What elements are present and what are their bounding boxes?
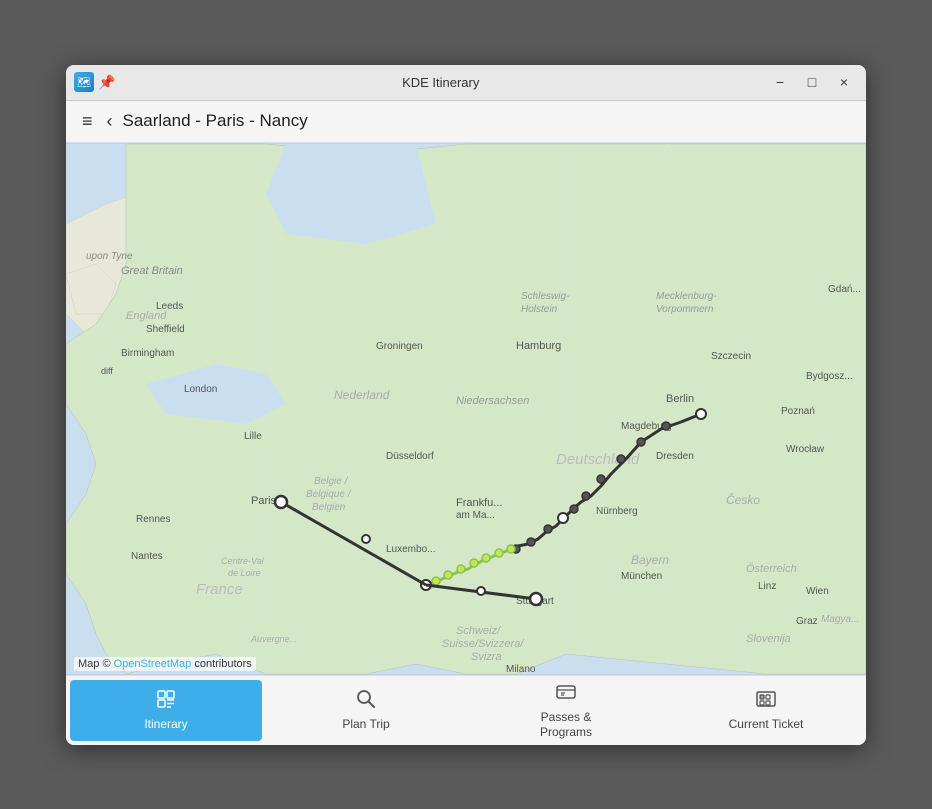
svg-text:de Loire: de Loire — [228, 568, 261, 578]
svg-text:Great Britain: Great Britain — [121, 265, 183, 277]
itinerary-icon — [155, 688, 177, 714]
svg-text:Holstein: Holstein — [521, 304, 558, 315]
svg-text:Slovenija: Slovenija — [746, 633, 791, 645]
svg-text:Suisse/Svizzera/: Suisse/Svizzera/ — [442, 638, 524, 650]
svg-text:am Ma...: am Ma... — [456, 510, 495, 521]
pin-icon[interactable]: 📌 — [98, 74, 115, 91]
svg-text:London: London — [184, 384, 217, 395]
passes-icon — [555, 681, 577, 707]
svg-text:Belgien: Belgien — [312, 502, 346, 513]
svg-text:Vorpommern: Vorpommern — [656, 304, 714, 315]
attribution-suffix: contributors — [191, 658, 252, 670]
svg-text:Rennes: Rennes — [136, 514, 170, 525]
window-title: KDE Itinerary — [115, 75, 766, 90]
svg-text:Mecklenburg-: Mecklenburg- — [656, 291, 717, 302]
attribution-prefix: Map © — [78, 658, 114, 670]
svg-text:diff: diff — [101, 366, 113, 376]
svg-text:Wrocław: Wrocław — [786, 444, 825, 455]
svg-text:Schweiz/: Schweiz/ — [456, 625, 501, 637]
svg-text:Milano: Milano — [506, 664, 536, 675]
svg-text:Berlin: Berlin — [666, 393, 694, 405]
map-svg: Great Britain upon Tyne England Leeds Sh… — [66, 143, 866, 675]
svg-text:Česko: Česko — [726, 492, 760, 507]
map-container[interactable]: Great Britain upon Tyne England Leeds Sh… — [66, 143, 866, 675]
svg-text:Österreich: Österreich — [746, 563, 797, 575]
app-window: 🗺 📌 KDE Itinerary − □ × ≡ ‹ Saarland - P… — [66, 65, 866, 745]
plan-trip-label: Plan Trip — [342, 717, 389, 731]
minimize-button[interactable]: − — [766, 70, 794, 94]
close-button[interactable]: × — [830, 70, 858, 94]
passes-programs-label: Passes &Programs — [540, 710, 592, 739]
svg-text:Schleswig-: Schleswig- — [521, 291, 570, 302]
bottom-nav: Itinerary Plan Trip Passes — [66, 675, 866, 745]
app-icon: 🗺 — [74, 72, 94, 92]
svg-text:Poznań: Poznań — [781, 406, 815, 417]
nav-item-passes-programs[interactable]: Passes &Programs — [470, 680, 662, 741]
svg-text:Nürnberg: Nürnberg — [596, 506, 638, 517]
itinerary-label: Itinerary — [144, 717, 187, 731]
svg-text:München: München — [621, 571, 662, 582]
back-button[interactable]: ‹ — [101, 107, 119, 136]
svg-text:Auvergne...: Auvergne... — [250, 634, 297, 644]
svg-text:Luxembo...: Luxembo... — [386, 544, 435, 555]
openstreetmap-link[interactable]: OpenStreetMap — [114, 658, 192, 670]
svg-text:Nantes: Nantes — [131, 551, 163, 562]
svg-text:Szczecin: Szczecin — [711, 351, 751, 362]
nav-item-plan-trip[interactable]: Plan Trip — [270, 680, 462, 741]
svg-text:Lille: Lille — [244, 431, 262, 442]
svg-text:Groningen: Groningen — [376, 341, 423, 352]
svg-text:Svizra: Svizra — [471, 651, 502, 663]
svg-text:Frankfu...: Frankfu... — [456, 497, 502, 509]
svg-text:Belgique /: Belgique / — [306, 489, 352, 500]
svg-text:Gdań...: Gdań... — [828, 284, 861, 295]
svg-text:France: France — [196, 581, 243, 598]
svg-text:Düsseldorf: Düsseldorf — [386, 451, 434, 462]
current-ticket-icon — [755, 688, 777, 714]
nav-item-itinerary[interactable]: Itinerary — [70, 680, 262, 741]
svg-text:Dresden: Dresden — [656, 451, 694, 462]
current-ticket-label: Current Ticket — [729, 717, 804, 731]
svg-text:Leeds: Leeds — [156, 301, 183, 312]
plan-trip-icon — [355, 688, 377, 714]
svg-text:Birmingham: Birmingham — [121, 348, 174, 359]
svg-text:Belgie /: Belgie / — [314, 476, 349, 487]
title-bar: 🗺 📌 KDE Itinerary − □ × — [66, 65, 866, 101]
hamburger-button[interactable]: ≡ — [74, 107, 101, 136]
nav-item-current-ticket[interactable]: Current Ticket — [670, 680, 862, 741]
svg-text:Centre-Val: Centre-Val — [221, 556, 265, 566]
svg-text:Bydgosz...: Bydgosz... — [806, 371, 853, 382]
maximize-button[interactable]: □ — [798, 70, 826, 94]
window-controls: − □ × — [766, 70, 858, 94]
svg-text:Hamburg: Hamburg — [516, 340, 561, 352]
svg-text:Wien: Wien — [806, 586, 829, 597]
svg-text:Sheffield: Sheffield — [146, 324, 185, 335]
svg-text:upon Tyne: upon Tyne — [86, 251, 133, 262]
toolbar: ≡ ‹ Saarland - Paris - Nancy — [66, 101, 866, 143]
svg-text:Paris: Paris — [251, 495, 277, 507]
svg-text:Linz: Linz — [758, 581, 776, 592]
svg-text:Magya...: Magya... — [821, 614, 859, 625]
map-attribution: Map © OpenStreetMap contributors — [74, 657, 256, 671]
svg-text:Niedersachsen: Niedersachsen — [456, 395, 529, 407]
svg-text:Bayern: Bayern — [631, 553, 669, 567]
page-title: Saarland - Paris - Nancy — [123, 111, 308, 131]
svg-text:Nederland: Nederland — [334, 388, 390, 402]
svg-text:Graz: Graz — [796, 616, 818, 627]
